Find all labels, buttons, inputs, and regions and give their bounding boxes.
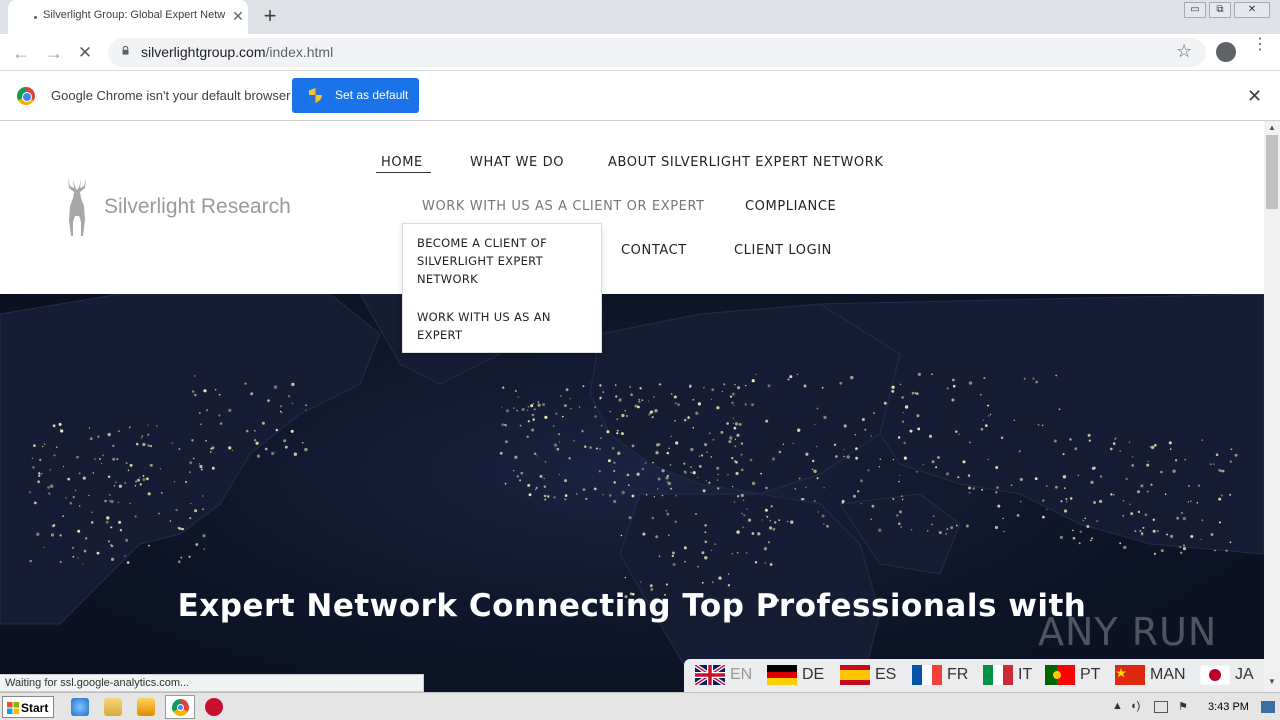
maximize-icon: ⧉: [1216, 4, 1224, 15]
file-explorer-icon[interactable]: [104, 698, 122, 716]
status-bubble: Waiting for ssl.google-analytics.com...: [0, 674, 424, 692]
work-with-us-dropdown: BECOME A CLIENT OF SILVERLIGHT EXPERT NE…: [402, 223, 602, 353]
chrome-icon: [172, 699, 189, 716]
nav-client-login[interactable]: CLIENT LOGIN: [734, 243, 832, 258]
url-host: silverlightgroup.com: [141, 44, 266, 60]
show-desktop-icon[interactable]: [1261, 701, 1275, 713]
infobar-close-icon[interactable]: ✕: [1247, 86, 1262, 107]
spain-flag-icon: [840, 665, 870, 685]
infobar-message: Google Chrome isn't your default browser: [51, 88, 291, 103]
forward-arrow-icon[interactable]: →: [43, 42, 65, 64]
window-close-button[interactable]: ✕: [1234, 2, 1270, 18]
japan-flag-icon: [1200, 665, 1230, 685]
volume-icon[interactable]: ◖): [1130, 700, 1140, 712]
browser-toolbar: ← → ✕ silverlightgroup.com/index.html ☆ …: [0, 34, 1280, 71]
new-tab-button[interactable]: +: [258, 5, 282, 29]
tab-close-icon[interactable]: ✕: [230, 8, 246, 24]
uac-shield-icon: [309, 88, 322, 103]
china-flag-icon: [1115, 665, 1145, 685]
nav-compliance[interactable]: COMPLIANCE: [745, 199, 836, 214]
start-label: Start: [21, 701, 49, 715]
media-player-icon[interactable]: [137, 698, 155, 716]
dropdown-item-become-client[interactable]: BECOME A CLIENT OF SILVERLIGHT EXPERT NE…: [417, 234, 587, 288]
nav-about[interactable]: ABOUT SILVERLIGHT EXPERT NETWORK: [608, 155, 884, 170]
scroll-thumb[interactable]: [1266, 135, 1278, 209]
nav-work-with-us[interactable]: WORK WITH US AS A CLIENT OR EXPERT: [422, 199, 705, 214]
chrome-taskbar-button[interactable]: [165, 695, 195, 719]
taskbar-clock: 3:43 PM: [1208, 701, 1249, 713]
logo-text: Silverlight Research: [104, 195, 291, 218]
lang-code: ES: [875, 666, 897, 683]
dropdown-item-work-as-expert[interactable]: WORK WITH US AS AN EXPERT: [417, 308, 587, 344]
url-path: /index.html: [265, 44, 334, 60]
anyrun-watermark: ANY RUN: [1038, 610, 1218, 654]
stop-loading-icon[interactable]: ✕: [74, 42, 96, 64]
germany-flag-icon: [767, 665, 797, 685]
default-browser-infobar: Google Chrome isn't your default browser…: [0, 71, 1280, 121]
lang-code: MAN: [1150, 666, 1186, 683]
internet-explorer-icon[interactable]: [71, 698, 89, 716]
page-scrollbar[interactable]: ▲ ▼: [1264, 121, 1280, 692]
portugal-flag-icon: [1045, 665, 1075, 685]
lang-code: JA: [1235, 666, 1254, 683]
tab-strip: Silverlight Group: Global Expert Netw ✕ …: [0, 0, 1280, 34]
url-text: silverlightgroup.com/index.html: [141, 44, 333, 60]
nav-home-underline: [376, 172, 431, 173]
scroll-up-arrow-icon[interactable]: ▲: [1268, 123, 1276, 132]
lang-code: PT: [1080, 666, 1101, 683]
web-page: Silverlight Research HOME WHAT WE DO ABO…: [0, 121, 1264, 692]
scroll-down-arrow-icon[interactable]: ▼: [1268, 677, 1276, 686]
france-flag-icon: [912, 665, 942, 685]
lock-icon: [122, 46, 129, 55]
language-switcher: EN DE ES FR IT PT MAN JA: [684, 659, 1264, 692]
tab-title: Silverlight Group: Global Expert Netw: [43, 9, 225, 21]
lang-code: DE: [802, 666, 825, 683]
uk-flag-icon: [695, 665, 725, 685]
set-as-default-button[interactable]: Set as default: [292, 78, 419, 113]
lang-code: IT: [1018, 666, 1033, 683]
set-as-default-label: Set as default: [335, 88, 409, 102]
address-bar[interactable]: silverlightgroup.com/index.html ☆: [108, 38, 1206, 67]
opera-icon[interactable]: [205, 698, 223, 716]
nav-what-we-do[interactable]: WHAT WE DO: [470, 155, 564, 170]
loading-favicon-icon: [34, 16, 37, 19]
lang-code: FR: [947, 666, 969, 683]
minimize-icon: ▭: [1190, 4, 1200, 15]
deer-logo-icon: [68, 178, 86, 236]
tray-expand-icon[interactable]: ▲: [1112, 700, 1123, 712]
lang-code: EN: [730, 666, 753, 683]
bookmark-star-icon[interactable]: ☆: [1176, 41, 1192, 62]
nav-home[interactable]: HOME: [381, 155, 423, 170]
chrome-menu-icon[interactable]: ⋮: [1252, 37, 1268, 62]
italy-flag-icon: [983, 665, 1013, 685]
close-icon: ✕: [1247, 4, 1257, 15]
windows-logo-icon: [7, 702, 19, 714]
action-center-flag-icon[interactable]: ⚑: [1178, 700, 1188, 713]
profile-avatar-icon[interactable]: [1216, 42, 1236, 62]
windows-taskbar: Start ▲ ◖) ⚑ 3:43 PM: [0, 692, 1280, 720]
nav-contact[interactable]: CONTACT: [621, 243, 687, 258]
back-arrow-icon[interactable]: ←: [10, 42, 32, 64]
start-button[interactable]: Start: [2, 696, 54, 718]
network-icon[interactable]: [1154, 701, 1168, 713]
window-minimize-button[interactable]: ▭: [1184, 2, 1206, 18]
chrome-logo-icon: [17, 87, 35, 105]
browser-tab[interactable]: Silverlight Group: Global Expert Netw ✕: [8, 0, 248, 34]
window-maximize-button[interactable]: ⧉: [1209, 2, 1231, 18]
